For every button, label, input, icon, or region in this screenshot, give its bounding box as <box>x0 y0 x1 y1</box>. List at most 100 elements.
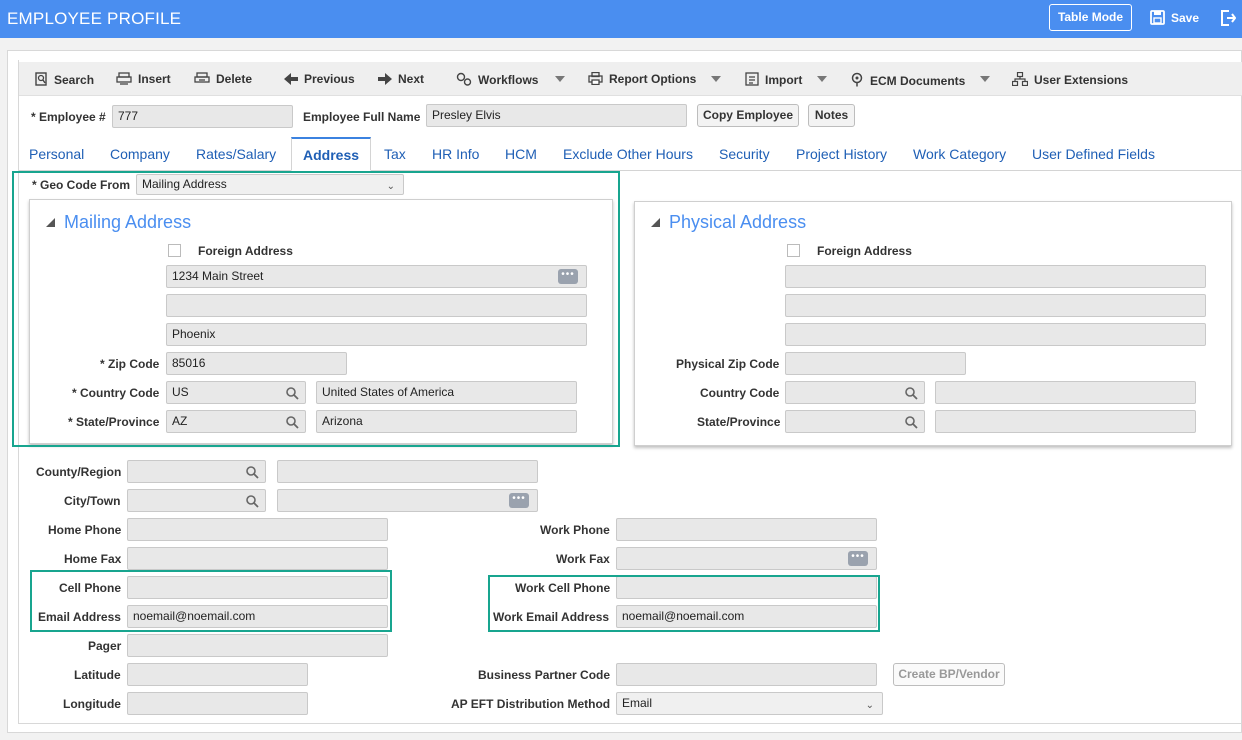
search-button[interactable]: Search <box>34 72 94 87</box>
physical-line1-field[interactable] <box>785 265 1206 288</box>
workflows-caret-icon[interactable] <box>555 76 565 82</box>
hierarchy-icon <box>1011 71 1029 87</box>
chevron-down-icon: ⌄ <box>865 700 874 711</box>
tab-hcm[interactable]: HCM <box>505 146 537 162</box>
search-icon[interactable] <box>246 495 259 508</box>
ap-eft-value: Email <box>622 696 653 710</box>
city-town-label: City/Town <box>64 494 121 508</box>
gears-icon <box>456 72 472 86</box>
physical-state-label: State/Province <box>697 415 781 429</box>
ap-eft-select[interactable]: Email ⌄ <box>616 692 883 715</box>
ecm-gear-icon <box>851 72 863 87</box>
workflows-menu[interactable]: Workflows <box>456 72 538 87</box>
home-phone-field[interactable] <box>127 518 388 541</box>
tab-company[interactable]: Company <box>110 146 170 162</box>
insert-button[interactable]: Insert <box>116 72 171 86</box>
physical-country-name-field[interactable] <box>935 381 1196 404</box>
import-menu[interactable]: Import <box>745 72 802 87</box>
tab-tax[interactable]: Tax <box>384 146 406 162</box>
tab-personal[interactable]: Personal <box>29 146 84 162</box>
work-phone-field[interactable] <box>616 518 877 541</box>
save-button[interactable]: Save <box>1150 10 1199 25</box>
physical-zip-label: Physical Zip Code <box>676 357 780 371</box>
search-icon[interactable] <box>246 466 259 479</box>
physical-zip-field[interactable] <box>785 352 966 375</box>
previous-label: Previous <box>304 72 355 86</box>
workflows-label: Workflows <box>478 73 539 87</box>
delete-button[interactable]: Delete <box>194 72 252 86</box>
search-label: Search <box>54 73 95 87</box>
previous-button[interactable]: Previous <box>284 72 355 86</box>
exit-icon[interactable] <box>1220 9 1236 27</box>
longitude-field[interactable] <box>127 692 308 715</box>
app-header: EMPLOYEE PROFILE Table Mode Save <box>0 0 1242 38</box>
pager-label: Pager <box>88 639 122 653</box>
employee-number-label: * Employee # <box>31 110 106 124</box>
copy-employee-button[interactable]: Copy Employee <box>697 104 799 127</box>
pager-field[interactable] <box>127 634 388 657</box>
latitude-field[interactable] <box>127 663 308 686</box>
ecm-documents-label: ECM Documents <box>870 74 966 88</box>
table-mode-button[interactable]: Table Mode <box>1049 4 1132 31</box>
tab-address[interactable]: Address <box>291 137 372 171</box>
tab-project-history[interactable]: Project History <box>796 146 887 162</box>
save-icon <box>1150 10 1165 25</box>
physical-address-title: Physical Address <box>669 212 807 232</box>
latitude-label: Latitude <box>74 668 121 682</box>
more-dots-icon[interactable]: ••• <box>848 551 868 566</box>
work-fax-field[interactable]: ••• <box>616 547 877 570</box>
tab-user-defined-fields[interactable]: User Defined Fields <box>1032 146 1155 162</box>
home-fax-field[interactable] <box>127 547 388 570</box>
report-options-menu[interactable]: Report Options <box>588 71 696 86</box>
search-icon[interactable] <box>905 387 918 400</box>
highlight-box-mailing <box>12 171 620 447</box>
employee-number-field[interactable]: 777 <box>112 105 293 128</box>
physical-country-label: Country Code <box>700 386 780 400</box>
notes-button[interactable]: Notes <box>808 104 855 127</box>
employee-full-name-field[interactable]: Presley Elvis <box>426 104 687 127</box>
ecm-caret-icon[interactable] <box>980 76 990 82</box>
delete-icon <box>194 72 210 83</box>
tab-exclude-other-hours[interactable]: Exclude Other Hours <box>563 146 693 162</box>
highlight-box-email <box>30 570 392 632</box>
physical-state-name-field[interactable] <box>935 410 1196 433</box>
physical-country-code-field[interactable] <box>785 381 925 404</box>
home-phone-label: Home Phone <box>48 523 122 537</box>
collapse-triangle-icon[interactable] <box>651 218 660 227</box>
city-code-field[interactable] <box>127 489 266 512</box>
tab-security[interactable]: Security <box>719 146 770 162</box>
toolbar: Search Insert Delete Previous Next Workf… <box>19 62 1242 96</box>
employee-full-name-label: Employee Full Name <box>303 110 421 124</box>
more-dots-icon[interactable]: ••• <box>509 493 529 508</box>
next-label: Next <box>398 72 425 86</box>
county-name-field[interactable] <box>277 460 538 483</box>
tab-work-category[interactable]: Work Category <box>913 146 1006 162</box>
import-icon <box>745 72 759 86</box>
physical-line2-field[interactable] <box>785 294 1206 317</box>
county-code-field[interactable] <box>127 460 266 483</box>
work-fax-label: Work Fax <box>556 552 610 566</box>
search-doc-icon <box>35 72 47 86</box>
home-fax-label: Home Fax <box>64 552 122 566</box>
report-options-caret-icon[interactable] <box>711 76 721 82</box>
printer-icon <box>588 71 603 86</box>
tab-rates-salary[interactable]: Rates/Salary <box>196 146 276 162</box>
physical-state-code-field[interactable] <box>785 410 925 433</box>
city-name-field[interactable]: ••• <box>277 489 538 512</box>
next-button[interactable]: Next <box>378 72 424 86</box>
page-title: EMPLOYEE PROFILE <box>7 9 182 28</box>
longitude-label: Longitude <box>63 697 121 711</box>
physical-foreign-checkbox[interactable] <box>787 244 800 257</box>
tab-hr-info[interactable]: HR Info <box>432 146 479 162</box>
user-extensions-button[interactable]: User Extensions <box>1011 71 1128 87</box>
import-label: Import <box>765 73 803 87</box>
ecm-documents-menu[interactable]: ECM Documents <box>850 72 965 88</box>
arrow-right-icon <box>378 73 392 85</box>
business-partner-code-field[interactable] <box>616 663 877 686</box>
import-caret-icon[interactable] <box>817 76 827 82</box>
search-icon[interactable] <box>905 416 918 429</box>
arrow-left-icon <box>284 73 298 85</box>
physical-city-field[interactable] <box>785 323 1206 346</box>
create-bp-vendor-button[interactable]: Create BP/Vendor <box>893 663 1005 686</box>
business-partner-code-label: Business Partner Code <box>478 668 611 682</box>
